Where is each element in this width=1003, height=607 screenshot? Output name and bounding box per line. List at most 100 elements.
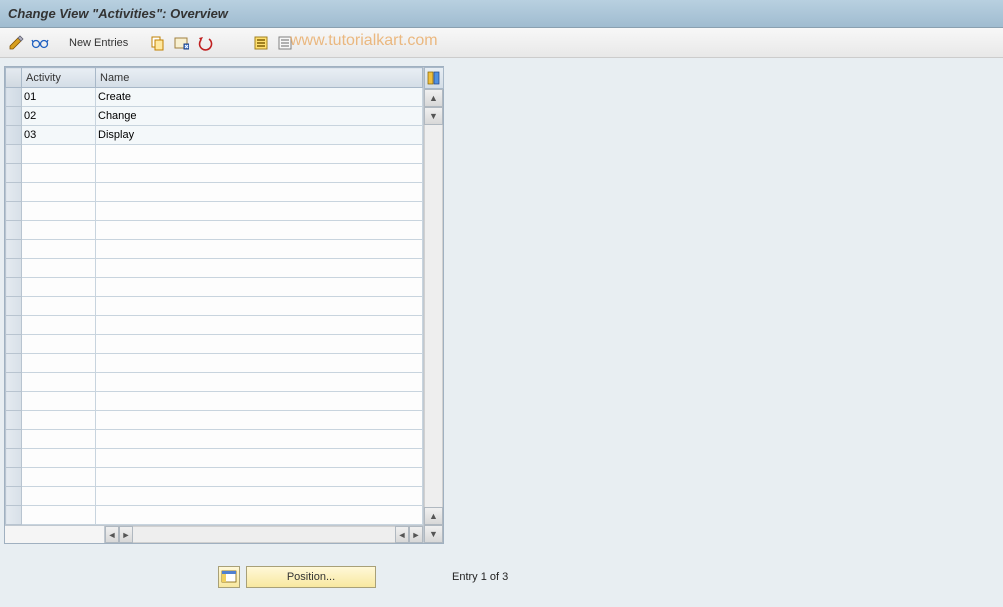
undo-icon[interactable] [195, 33, 215, 53]
table-row[interactable] [6, 259, 423, 278]
row-selector[interactable] [6, 297, 22, 316]
hscroll-right-end-button[interactable]: ► [409, 526, 423, 543]
activity-cell[interactable] [22, 202, 96, 221]
activity-cell[interactable]: 02 [22, 107, 96, 126]
activity-cell[interactable]: 01 [22, 88, 96, 107]
select-column-header[interactable] [6, 68, 22, 88]
table-settings-icon[interactable] [424, 67, 444, 89]
vscroll-down-end-button[interactable]: ▼ [424, 525, 443, 543]
name-cell[interactable] [96, 259, 423, 278]
row-selector[interactable] [6, 392, 22, 411]
name-cell[interactable] [96, 335, 423, 354]
table-row[interactable] [6, 506, 423, 525]
activity-cell[interactable] [22, 468, 96, 487]
row-selector[interactable] [6, 240, 22, 259]
activity-cell[interactable] [22, 335, 96, 354]
name-cell[interactable] [96, 316, 423, 335]
name-cell[interactable] [96, 487, 423, 506]
activity-cell[interactable] [22, 278, 96, 297]
activity-cell[interactable] [22, 449, 96, 468]
activity-cell[interactable] [22, 259, 96, 278]
table-row[interactable] [6, 430, 423, 449]
layout-icon-button[interactable] [218, 566, 240, 588]
activity-cell[interactable] [22, 506, 96, 525]
name-cell[interactable] [96, 430, 423, 449]
name-cell[interactable]: Display [96, 126, 423, 145]
name-column-header[interactable]: Name [96, 68, 423, 88]
activity-cell[interactable] [22, 373, 96, 392]
table-row[interactable] [6, 373, 423, 392]
activity-cell[interactable] [22, 145, 96, 164]
hscroll-right-button[interactable]: ► [119, 526, 133, 543]
table-row[interactable] [6, 145, 423, 164]
activity-cell[interactable]: 03 [22, 126, 96, 145]
table-row[interactable] [6, 240, 423, 259]
row-selector[interactable] [6, 107, 22, 126]
table-row[interactable] [6, 183, 423, 202]
name-cell[interactable] [96, 278, 423, 297]
table-row[interactable] [6, 221, 423, 240]
row-selector[interactable] [6, 411, 22, 430]
table-row[interactable]: 01Create [6, 88, 423, 107]
hscroll-left-end-button[interactable]: ◄ [395, 526, 409, 543]
vscroll-down-button[interactable]: ▼ [424, 107, 443, 125]
table-row[interactable] [6, 164, 423, 183]
name-cell[interactable] [96, 221, 423, 240]
table-row[interactable] [6, 335, 423, 354]
name-cell[interactable] [96, 506, 423, 525]
row-selector[interactable] [6, 335, 22, 354]
new-entries-button[interactable]: New Entries [62, 34, 135, 52]
row-selector[interactable] [6, 487, 22, 506]
row-selector[interactable] [6, 506, 22, 525]
name-cell[interactable] [96, 411, 423, 430]
hscroll-left-button[interactable]: ◄ [105, 526, 119, 543]
name-cell[interactable] [96, 373, 423, 392]
deselect-all-icon[interactable] [275, 33, 295, 53]
activity-cell[interactable] [22, 354, 96, 373]
table-row[interactable] [6, 354, 423, 373]
row-selector[interactable] [6, 221, 22, 240]
delete-icon[interactable] [171, 33, 191, 53]
row-selector[interactable] [6, 373, 22, 392]
activity-cell[interactable] [22, 430, 96, 449]
activity-cell[interactable] [22, 164, 96, 183]
position-button[interactable]: Position... [246, 566, 376, 588]
name-cell[interactable] [96, 297, 423, 316]
row-selector[interactable] [6, 430, 22, 449]
table-row[interactable] [6, 392, 423, 411]
name-cell[interactable] [96, 468, 423, 487]
row-selector[interactable] [6, 354, 22, 373]
name-cell[interactable] [96, 240, 423, 259]
name-cell[interactable]: Change [96, 107, 423, 126]
table-row[interactable] [6, 487, 423, 506]
row-selector[interactable] [6, 449, 22, 468]
copy-icon[interactable] [147, 33, 167, 53]
toggle-change-icon[interactable] [6, 33, 26, 53]
row-selector[interactable] [6, 183, 22, 202]
name-cell[interactable] [96, 145, 423, 164]
row-selector[interactable] [6, 278, 22, 297]
table-row[interactable]: 03Display [6, 126, 423, 145]
table-row[interactable] [6, 411, 423, 430]
table-row[interactable] [6, 468, 423, 487]
table-row[interactable] [6, 449, 423, 468]
activity-cell[interactable] [22, 411, 96, 430]
activity-cell[interactable] [22, 392, 96, 411]
glasses-icon[interactable] [30, 33, 50, 53]
hscroll-track[interactable] [133, 526, 395, 543]
vscroll-up-end-button[interactable]: ▲ [424, 507, 443, 525]
name-cell[interactable] [96, 449, 423, 468]
name-cell[interactable] [96, 164, 423, 183]
activity-cell[interactable] [22, 221, 96, 240]
row-selector[interactable] [6, 259, 22, 278]
name-cell[interactable] [96, 392, 423, 411]
row-selector[interactable] [6, 316, 22, 335]
row-selector[interactable] [6, 468, 22, 487]
name-cell[interactable] [96, 183, 423, 202]
activity-cell[interactable] [22, 297, 96, 316]
vscroll-track[interactable] [424, 125, 443, 507]
row-selector[interactable] [6, 88, 22, 107]
row-selector[interactable] [6, 164, 22, 183]
table-row[interactable] [6, 297, 423, 316]
activity-cell[interactable] [22, 316, 96, 335]
